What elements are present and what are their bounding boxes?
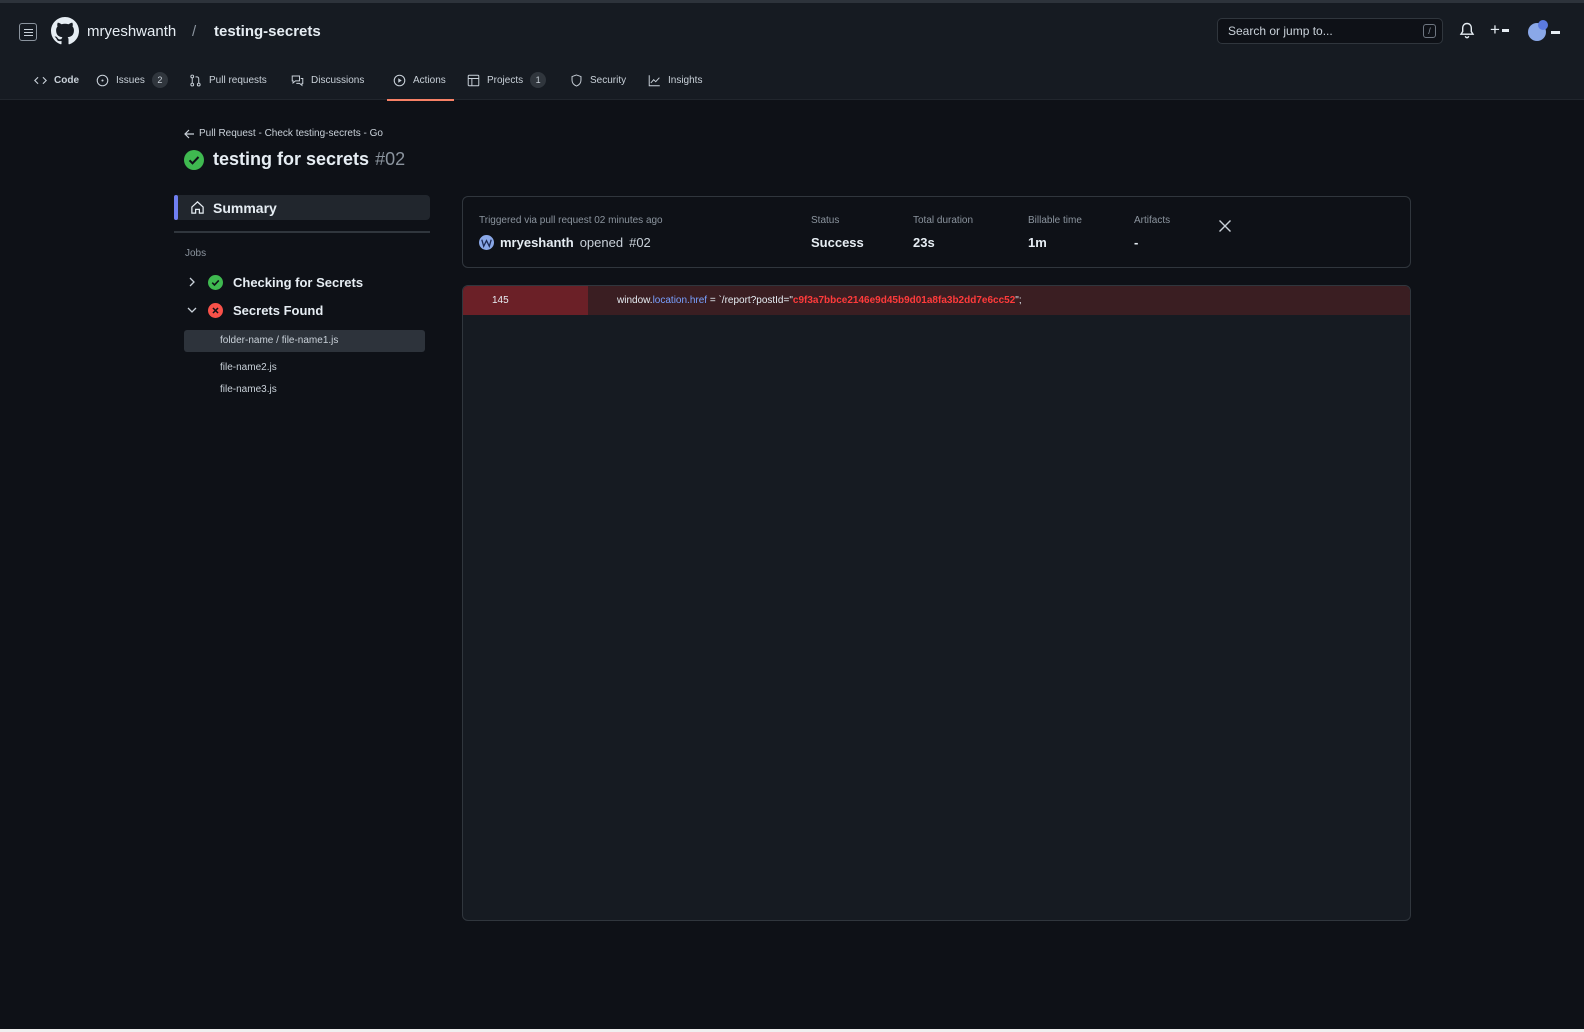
tab-pull-requests[interactable]: Pull requests [189,71,267,103]
tab-label: Actions [413,75,446,86]
run-number: #02 [375,149,406,169]
github-logo-icon[interactable] [51,17,79,45]
tab-actions[interactable]: Actions [387,71,454,103]
trigger-info: Triggered via pull request 02 minutes ag… [479,215,663,250]
tab-insights[interactable]: Insights [648,71,702,103]
graph-icon [648,75,660,87]
trigger-label: Triggered via pull request 02 minutes ag… [479,215,663,226]
create-new-button[interactable]: + [1490,21,1516,39]
repo-name-link[interactable]: testing-secrets [214,23,321,40]
run-summary-card: Triggered via pull request 02 minutes ag… [462,196,1411,268]
code-property: location.href [652,295,708,306]
sidebar-divider [174,231,430,233]
artifacts-value: - [1134,235,1139,250]
close-icon[interactable] [1218,219,1232,233]
check-circle-icon [184,149,204,170]
duration-value: 23s [913,235,935,250]
tab-projects[interactable]: Projects 1 [467,71,547,103]
top-bar: mryeshwanth / testing-secrets Search or … [0,0,1584,103]
search-shortcut-hint: / [1423,24,1436,38]
tab-discussions[interactable]: Discussions [291,71,364,103]
page-title: testing for secrets #02 [184,149,405,170]
x-circle-icon [208,302,223,318]
discussion-icon [291,75,304,87]
code-suffix: "; [1015,295,1022,306]
artifacts-label: Artifacts [1134,215,1171,226]
file-item-file-name2[interactable]: file-name2.js [184,357,425,379]
active-indicator [174,195,178,220]
status-value: Success [811,235,864,250]
billable-info: Billable time 1m [1028,215,1082,250]
arrow-left-icon [184,129,194,138]
duration-info: Total duration 23s [913,215,973,250]
billable-value: 1m [1028,235,1047,250]
tab-label: Pull requests [209,75,267,86]
job-secrets-found[interactable]: Secrets Found [186,300,323,320]
sidebar-item-summary[interactable]: Summary [174,195,430,220]
bell-icon[interactable] [1459,22,1475,40]
summary-label: Summary [213,199,277,216]
projects-count-badge: 1 [530,72,547,88]
job-label: Secrets Found [233,302,324,318]
code-middle: = `/report?postId=" [707,295,793,306]
tab-label: Code [54,75,79,86]
code-prefix: window. [617,295,653,306]
user-avatar[interactable] [1527,20,1561,42]
job-label: Checking for Secrets [233,274,364,290]
tab-issues[interactable]: Issues 2 [96,71,168,103]
job-checking-for-secrets[interactable]: Checking for Secrets [186,272,363,292]
highlighted-code-line[interactable]: 145 window.location.href = `/report?post… [463,286,1410,315]
code-icon [34,76,47,85]
tab-label: Insights [668,75,703,86]
workflow-name: Pull Request - Check testing-secrets - G… [199,128,383,139]
tab-label: Discussions [311,75,365,86]
back-to-workflow-link[interactable]: Pull Request - Check testing-secrets - G… [184,128,383,139]
duration-label: Total duration [913,215,974,226]
repo-owner-link[interactable]: mryeshwanth [87,23,176,40]
tab-security[interactable]: Security [570,71,626,103]
tab-label: Projects [487,75,524,86]
search-input[interactable]: Search or jump to... / [1217,18,1443,44]
actor-link[interactable]: mryeshanth [500,235,574,250]
pr-link[interactable]: #02 [629,235,651,250]
secret-code-viewer: 145 window.location.href = `/report?post… [462,285,1411,921]
jobs-heading: Jobs [185,248,207,259]
trigger-actor-row: mryeshanth opened #02 [479,235,663,250]
shield-icon [571,74,582,87]
issue-icon [96,74,109,87]
tab-label: Issues [116,75,145,86]
menu-icon[interactable] [19,23,37,41]
line-number[interactable]: 145 [463,286,588,315]
detected-secret: c9f3a7bbce2146e9d45b9d01a8fa3b2dd7e6cc52 [792,295,1016,306]
code-line-text: window.location.href = `/report?postId="… [617,286,1022,315]
search-placeholder: Search or jump to... [1228,24,1333,38]
status-info: Status Success [811,215,864,250]
table-icon [467,74,480,87]
home-icon [191,201,204,214]
chevron-down-icon [1501,29,1509,33]
play-icon [393,74,406,87]
repo-tabs: Code Issues 2 Pull requests Discussions … [0,71,1584,103]
check-circle-icon [208,274,223,290]
billable-label: Billable time [1028,215,1082,226]
tab-label: Security [590,75,627,86]
tab-code[interactable]: Code [34,71,79,103]
issues-count-badge: 2 [151,72,168,88]
plus-icon: + [1490,20,1500,39]
status-label: Status [811,215,840,226]
action-text: opened [579,235,624,250]
chevron-right-icon[interactable] [186,276,198,288]
pull-request-icon [190,74,201,87]
breadcrumb-separator: / [192,23,197,40]
file-item-file-name1[interactable]: folder-name / file-name1.js [184,330,425,352]
run-title: testing for secrets [213,149,370,169]
file-item-file-name3[interactable]: file-name3.js [184,379,425,401]
chevron-down-icon[interactable] [186,304,198,316]
artifacts-info: Artifacts - [1134,215,1170,250]
avatar[interactable] [479,235,494,250]
